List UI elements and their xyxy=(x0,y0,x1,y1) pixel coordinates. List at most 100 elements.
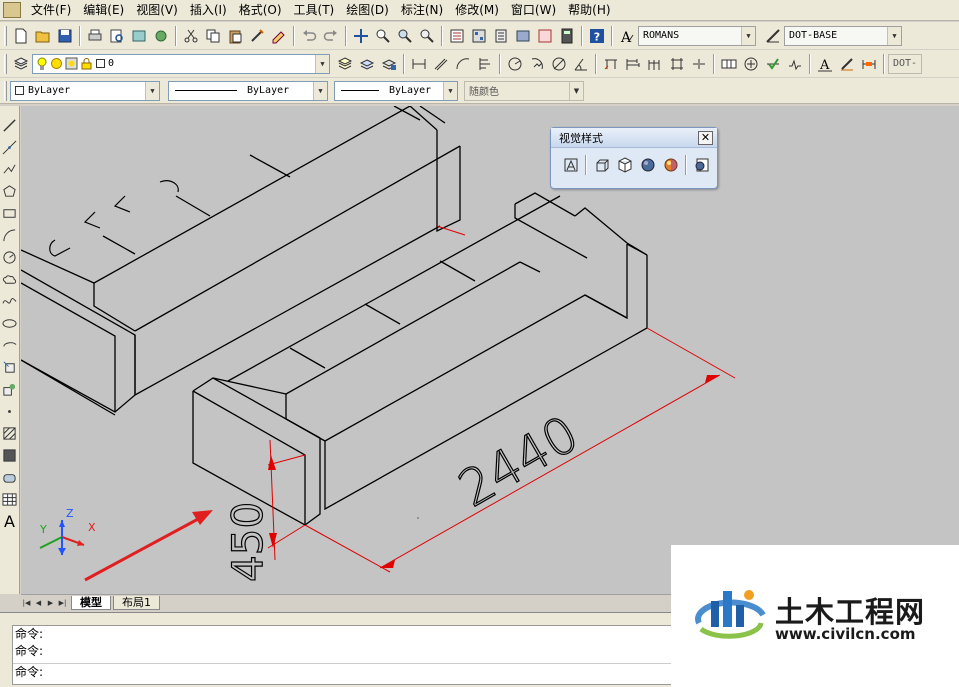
construction-line-icon[interactable] xyxy=(1,136,19,158)
menu-help[interactable]: 帮助(H) xyxy=(562,1,616,20)
linear-dim-icon[interactable] xyxy=(408,53,430,75)
zoom-previous-icon[interactable] xyxy=(416,25,438,47)
zoom-realtime-icon[interactable] xyxy=(372,25,394,47)
drawing-canvas[interactable]: 2440 450 X Z Y xyxy=(21,106,959,594)
open-icon[interactable] xyxy=(32,25,54,47)
inspect-icon[interactable] xyxy=(762,53,784,75)
polyline-icon[interactable] xyxy=(1,158,19,180)
point-icon[interactable] xyxy=(1,400,19,422)
layer-states-icon[interactable] xyxy=(378,53,400,75)
ellipse-icon[interactable] xyxy=(1,312,19,334)
insert-block-icon[interactable] xyxy=(1,356,19,378)
menu-file[interactable]: 文件(F) xyxy=(25,1,77,20)
menu-tools[interactable]: 工具(T) xyxy=(288,1,341,20)
match-properties-icon[interactable] xyxy=(246,25,268,47)
jogged-dim-icon[interactable] xyxy=(526,53,548,75)
text-style-icon[interactable]: A xyxy=(616,25,638,47)
dim-space-icon[interactable] xyxy=(666,53,688,75)
copy-icon[interactable] xyxy=(202,25,224,47)
jogged-linear-icon[interactable] xyxy=(784,53,806,75)
print-preview-icon[interactable] xyxy=(106,25,128,47)
first-tab-icon[interactable]: |◀ xyxy=(21,597,32,609)
aligned-dim-icon[interactable] xyxy=(430,53,452,75)
text-style-select[interactable]: ROMANS ▼ xyxy=(638,25,756,46)
lineweight-select[interactable]: ByLayer ▼ xyxy=(334,80,458,101)
chevron-down-icon[interactable]: ▼ xyxy=(741,26,755,45)
calculator-icon[interactable] xyxy=(556,25,578,47)
visual-styles-panel[interactable]: 视觉样式 ✕ xyxy=(550,127,718,189)
chevron-down-icon[interactable]: ▼ xyxy=(443,81,457,100)
plotstyle-select[interactable]: 随颜色 ▼ xyxy=(464,80,584,101)
dim-edit-icon[interactable]: A xyxy=(814,53,836,75)
chevron-down-icon[interactable]: ▼ xyxy=(315,54,329,73)
app-icon[interactable] xyxy=(3,2,21,18)
pan-icon[interactable] xyxy=(350,25,372,47)
conceptual-icon[interactable] xyxy=(659,154,682,176)
menu-modify[interactable]: 修改(M) xyxy=(449,1,505,20)
layer-previous-icon[interactable] xyxy=(356,53,378,75)
dim-style-select[interactable]: DOT-BASE ▼ xyxy=(784,25,902,46)
cut-icon[interactable] xyxy=(180,25,202,47)
tab-layout1[interactable]: 布局1 xyxy=(113,595,160,610)
gradient-icon[interactable] xyxy=(1,444,19,466)
3d-wireframe-icon[interactable] xyxy=(590,154,613,176)
menu-view[interactable]: 视图(V) xyxy=(130,1,184,20)
last-tab-icon[interactable]: ▶| xyxy=(57,597,68,609)
tolerance-icon[interactable] xyxy=(718,53,740,75)
properties-icon[interactable] xyxy=(446,25,468,47)
center-mark-icon[interactable] xyxy=(740,53,762,75)
diameter-dim-icon[interactable] xyxy=(548,53,570,75)
new-icon[interactable] xyxy=(10,25,32,47)
ellipse-arc-icon[interactable] xyxy=(1,334,19,356)
layer-manager-icon[interactable] xyxy=(10,53,32,75)
design-center-icon[interactable] xyxy=(468,25,490,47)
rectangle-icon[interactable] xyxy=(1,202,19,224)
block-editor-icon[interactable] xyxy=(268,25,290,47)
continue-dim-icon[interactable] xyxy=(644,53,666,75)
plot-3d-icon[interactable] xyxy=(150,25,172,47)
dim-break-icon[interactable] xyxy=(688,53,710,75)
previous-tab-icon[interactable]: ◀ xyxy=(33,597,44,609)
chevron-down-icon[interactable]: ▼ xyxy=(145,81,159,100)
toolbar-grip[interactable] xyxy=(4,53,7,74)
help-icon[interactable]: ? xyxy=(586,25,608,47)
realistic-icon[interactable] xyxy=(636,154,659,176)
dim-update-icon[interactable] xyxy=(858,53,880,75)
dim-style-icon[interactable] xyxy=(762,25,784,47)
menu-window[interactable]: 窗口(W) xyxy=(505,1,562,20)
multiline-text-icon[interactable]: A xyxy=(1,510,19,532)
region-icon[interactable] xyxy=(1,466,19,488)
menu-format[interactable]: 格式(O) xyxy=(233,1,288,20)
menu-dimension[interactable]: 标注(N) xyxy=(395,1,449,20)
chevron-down-icon[interactable]: ▼ xyxy=(569,81,583,100)
visual-styles-titlebar[interactable]: 视觉样式 ✕ xyxy=(551,128,717,148)
2d-wireframe-icon[interactable] xyxy=(559,154,582,176)
quick-dim-icon[interactable] xyxy=(600,53,622,75)
linetype-select[interactable]: ByLayer ▼ xyxy=(168,80,328,101)
revision-cloud-icon[interactable] xyxy=(1,268,19,290)
command-prompt-input[interactable]: 命令: xyxy=(13,663,671,680)
angular-dim-icon[interactable] xyxy=(570,53,592,75)
sheet-set-icon[interactable] xyxy=(512,25,534,47)
zoom-window-icon[interactable] xyxy=(394,25,416,47)
menu-edit[interactable]: 编辑(E) xyxy=(77,1,130,20)
chevron-down-icon[interactable]: ▼ xyxy=(313,81,327,100)
paste-icon[interactable] xyxy=(224,25,246,47)
polygon-icon[interactable] xyxy=(1,180,19,202)
print-icon[interactable] xyxy=(84,25,106,47)
arc-length-icon[interactable] xyxy=(452,53,474,75)
redo-icon[interactable] xyxy=(320,25,342,47)
tool-palettes-icon[interactable] xyxy=(490,25,512,47)
baseline-dim-icon[interactable] xyxy=(622,53,644,75)
save-icon[interactable] xyxy=(54,25,76,47)
layer-select[interactable]: 0 ▼ xyxy=(32,53,330,74)
undo-icon[interactable] xyxy=(298,25,320,47)
3d-hidden-icon[interactable] xyxy=(613,154,636,176)
toolbar-grip[interactable] xyxy=(4,80,7,101)
arc-icon[interactable] xyxy=(1,224,19,246)
circle-icon[interactable] xyxy=(1,246,19,268)
ordinate-dim-icon[interactable] xyxy=(474,53,496,75)
publish-icon[interactable] xyxy=(128,25,150,47)
spline-icon[interactable] xyxy=(1,290,19,312)
line-icon[interactable] xyxy=(1,114,19,136)
